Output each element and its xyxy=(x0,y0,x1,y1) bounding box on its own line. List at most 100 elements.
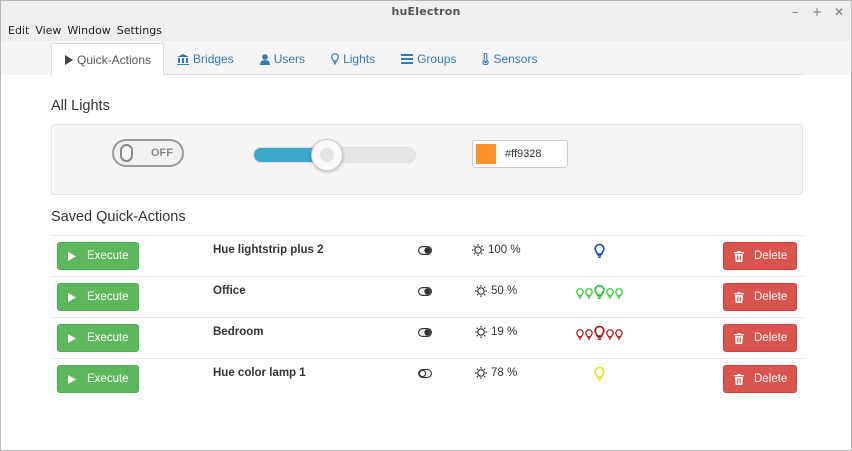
lightbulb-icon xyxy=(594,243,605,259)
brightness-value: 19 % xyxy=(475,326,517,338)
brightness-text: 50 % xyxy=(491,285,518,297)
quick-action-name: Bedroom xyxy=(213,326,264,338)
brightness-slider[interactable] xyxy=(253,139,416,171)
play-icon xyxy=(64,54,73,65)
tab-label: Bridges xyxy=(193,52,234,66)
close-button[interactable]: ✕ xyxy=(833,5,845,19)
execute-label: Execute xyxy=(87,250,129,262)
light-bulbs xyxy=(576,283,623,301)
list-icon xyxy=(401,54,414,64)
delete-button[interactable]: Delete xyxy=(723,242,797,270)
tab-label: Users xyxy=(273,52,306,66)
toggle-on-icon xyxy=(418,244,433,258)
table-row: Execute Bedroom 19 % Delete xyxy=(51,317,803,358)
trash-icon xyxy=(734,332,744,344)
brightness-value: 78 % xyxy=(475,367,517,379)
lightbulb-icon xyxy=(585,329,593,340)
title-bar[interactable]: huElectron – + ✕ xyxy=(1,1,851,23)
play-icon xyxy=(68,251,76,261)
bank-icon xyxy=(177,53,190,65)
lightbulb-icon xyxy=(594,284,605,300)
toggle-label: OFF xyxy=(151,147,173,159)
toggle-knob xyxy=(120,144,133,162)
lightbulb-icon xyxy=(606,288,614,299)
delete-button[interactable]: Delete xyxy=(723,365,797,393)
execute-label: Execute xyxy=(87,332,129,344)
lightbulb-icon xyxy=(576,329,584,340)
tab-lights[interactable]: Lights xyxy=(318,43,388,75)
delete-button[interactable]: Delete xyxy=(723,324,797,352)
brightness-text: 100 % xyxy=(488,244,521,256)
menu-edit[interactable]: Edit xyxy=(5,23,32,41)
tab-bridges[interactable]: Bridges xyxy=(164,43,247,75)
thermometer-icon xyxy=(482,53,490,65)
brightness-value: 50 % xyxy=(475,285,517,297)
execute-button[interactable]: Execute xyxy=(57,283,139,311)
quick-action-name: Hue lightstrip plus 2 xyxy=(213,244,324,256)
app-window: huElectron – + ✕ Edit View Window Settin… xyxy=(0,0,852,451)
all-lights-panel: OFF #ff9328 xyxy=(51,124,803,195)
saved-quick-actions-title: Saved Quick-Actions xyxy=(51,209,186,225)
menu-view[interactable]: View xyxy=(32,23,64,41)
tab-quick-actions[interactable]: Quick-Actions xyxy=(51,43,165,76)
execute-label: Execute xyxy=(87,291,129,303)
toggle-on-icon xyxy=(418,326,433,340)
toggle-on-icon xyxy=(418,285,433,299)
lightbulb-icon xyxy=(606,329,614,340)
play-icon xyxy=(68,374,76,384)
table-row: Execute Hue lightstrip plus 2 100 % Dele… xyxy=(51,235,803,276)
all-lights-power-toggle[interactable]: OFF xyxy=(112,139,184,167)
color-picker-input[interactable]: #ff9328 xyxy=(472,140,568,168)
main-content: Quick-Actions Bridges Users Lights Group… xyxy=(1,41,851,450)
sun-icon xyxy=(472,244,484,256)
brightness-text: 78 % xyxy=(491,367,518,379)
color-swatch[interactable] xyxy=(476,144,496,164)
tab-label: Groups xyxy=(417,52,457,66)
tab-label: Quick-Actions xyxy=(77,52,152,67)
menu-window[interactable]: Window xyxy=(64,23,113,41)
sun-icon xyxy=(475,326,487,338)
quick-action-name: Hue color lamp 1 xyxy=(213,367,306,379)
sun-icon xyxy=(475,285,487,297)
lightbulb-icon xyxy=(585,288,593,299)
execute-button[interactable]: Execute xyxy=(57,242,139,270)
tab-users[interactable]: Users xyxy=(247,43,318,75)
lightbulb-icon xyxy=(615,329,623,340)
lightbulb-icon xyxy=(594,366,605,382)
tab-label: Sensors xyxy=(493,52,538,66)
window-controls: – + ✕ xyxy=(789,1,845,23)
play-icon xyxy=(68,333,76,343)
light-bulbs xyxy=(594,242,605,260)
trash-icon xyxy=(734,250,744,262)
slider-handle[interactable] xyxy=(311,139,343,171)
table-row: Execute Hue color lamp 1 78 % Delete xyxy=(51,358,803,399)
tab-groups[interactable]: Groups xyxy=(388,43,469,75)
delete-button[interactable]: Delete xyxy=(723,283,797,311)
maximize-button[interactable]: + xyxy=(811,5,823,19)
tab-list: Quick-Actions Bridges Users Lights Group… xyxy=(51,43,550,76)
lightbulb-icon xyxy=(594,325,605,341)
quick-actions-table: Execute Hue lightstrip plus 2 100 % Dele… xyxy=(51,235,803,399)
color-hex-value: #ff9328 xyxy=(505,148,542,160)
execute-button[interactable]: Execute xyxy=(57,324,139,352)
tab-sensors[interactable]: Sensors xyxy=(469,43,550,75)
toggle-off-icon xyxy=(418,367,432,381)
delete-label: Delete xyxy=(754,291,788,303)
tab-label: Lights xyxy=(343,52,376,66)
execute-label: Execute xyxy=(87,373,129,385)
quick-action-name: Office xyxy=(213,285,246,297)
menu-settings[interactable]: Settings xyxy=(114,23,165,41)
user-icon xyxy=(259,53,270,65)
play-icon xyxy=(68,292,76,302)
trash-icon xyxy=(734,291,744,303)
sun-icon xyxy=(475,367,487,379)
minimize-button[interactable]: – xyxy=(789,5,801,19)
delete-label: Delete xyxy=(754,250,788,262)
brightness-text: 19 % xyxy=(491,326,518,338)
light-bulbs xyxy=(594,365,605,383)
table-row: Execute Office 50 % Delete xyxy=(51,276,803,317)
tab-strip: Quick-Actions Bridges Users Lights Group… xyxy=(1,41,851,76)
lightbulb-icon xyxy=(331,53,339,65)
brightness-value: 100 % xyxy=(472,244,521,256)
execute-button[interactable]: Execute xyxy=(57,365,139,393)
